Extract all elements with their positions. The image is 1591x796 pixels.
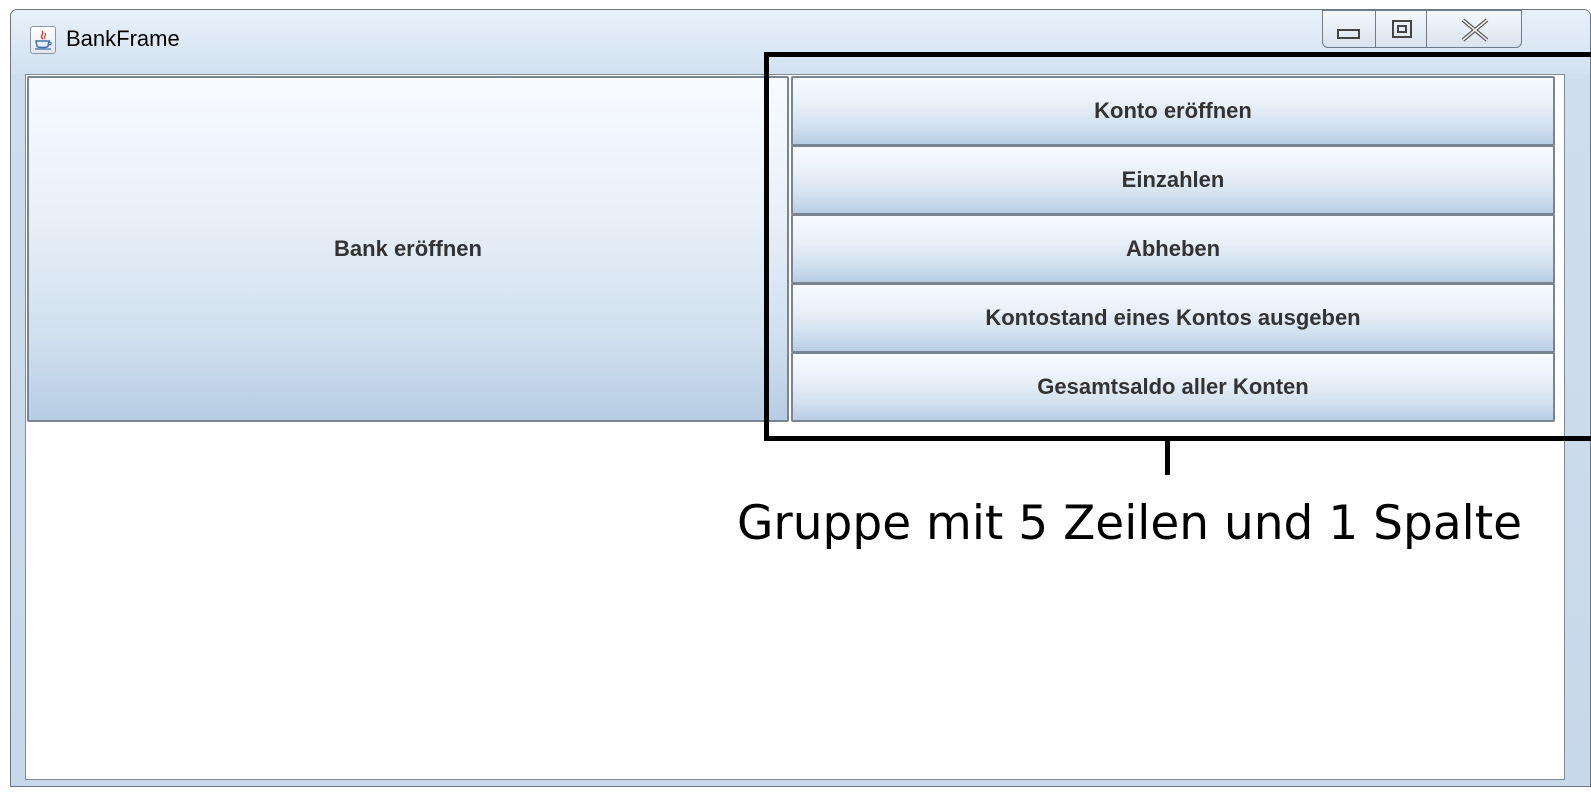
gesamtsaldo-button[interactable]: Gesamtsaldo aller Konten — [791, 352, 1555, 422]
close-button[interactable] — [1426, 10, 1522, 48]
bank-eroeffnen-button[interactable]: Bank eröffnen — [27, 76, 789, 422]
minimize-button[interactable] — [1322, 10, 1376, 48]
screenshot: BankFrame Bank eröffnen Konto eröffnen E… — [0, 0, 1591, 796]
bank-frame-window: BankFrame Bank eröffnen Konto eröffnen E… — [10, 9, 1591, 787]
annotation-connector-line — [1165, 441, 1170, 475]
maximize-button[interactable] — [1375, 10, 1427, 48]
annotation-caption: Gruppe mit 5 Zeilen und 1 Spalte — [737, 496, 1523, 551]
title-bar[interactable]: BankFrame — [11, 10, 1590, 74]
maximize-icon — [1392, 20, 1412, 38]
kontostand-ausgeben-button[interactable]: Kontostand eines Kontos ausgeben — [791, 283, 1555, 353]
java-app-icon[interactable] — [30, 26, 56, 54]
abheben-button[interactable]: Abheben — [791, 214, 1555, 284]
window-title: BankFrame — [66, 26, 180, 51]
content-pane: Bank eröffnen Konto eröffnen Einzahlen A… — [25, 74, 1565, 780]
einzahlen-button[interactable]: Einzahlen — [791, 145, 1555, 215]
close-icon — [1461, 18, 1489, 42]
minimize-icon — [1337, 29, 1360, 39]
konto-eroeffnen-button[interactable]: Konto eröffnen — [791, 76, 1555, 146]
